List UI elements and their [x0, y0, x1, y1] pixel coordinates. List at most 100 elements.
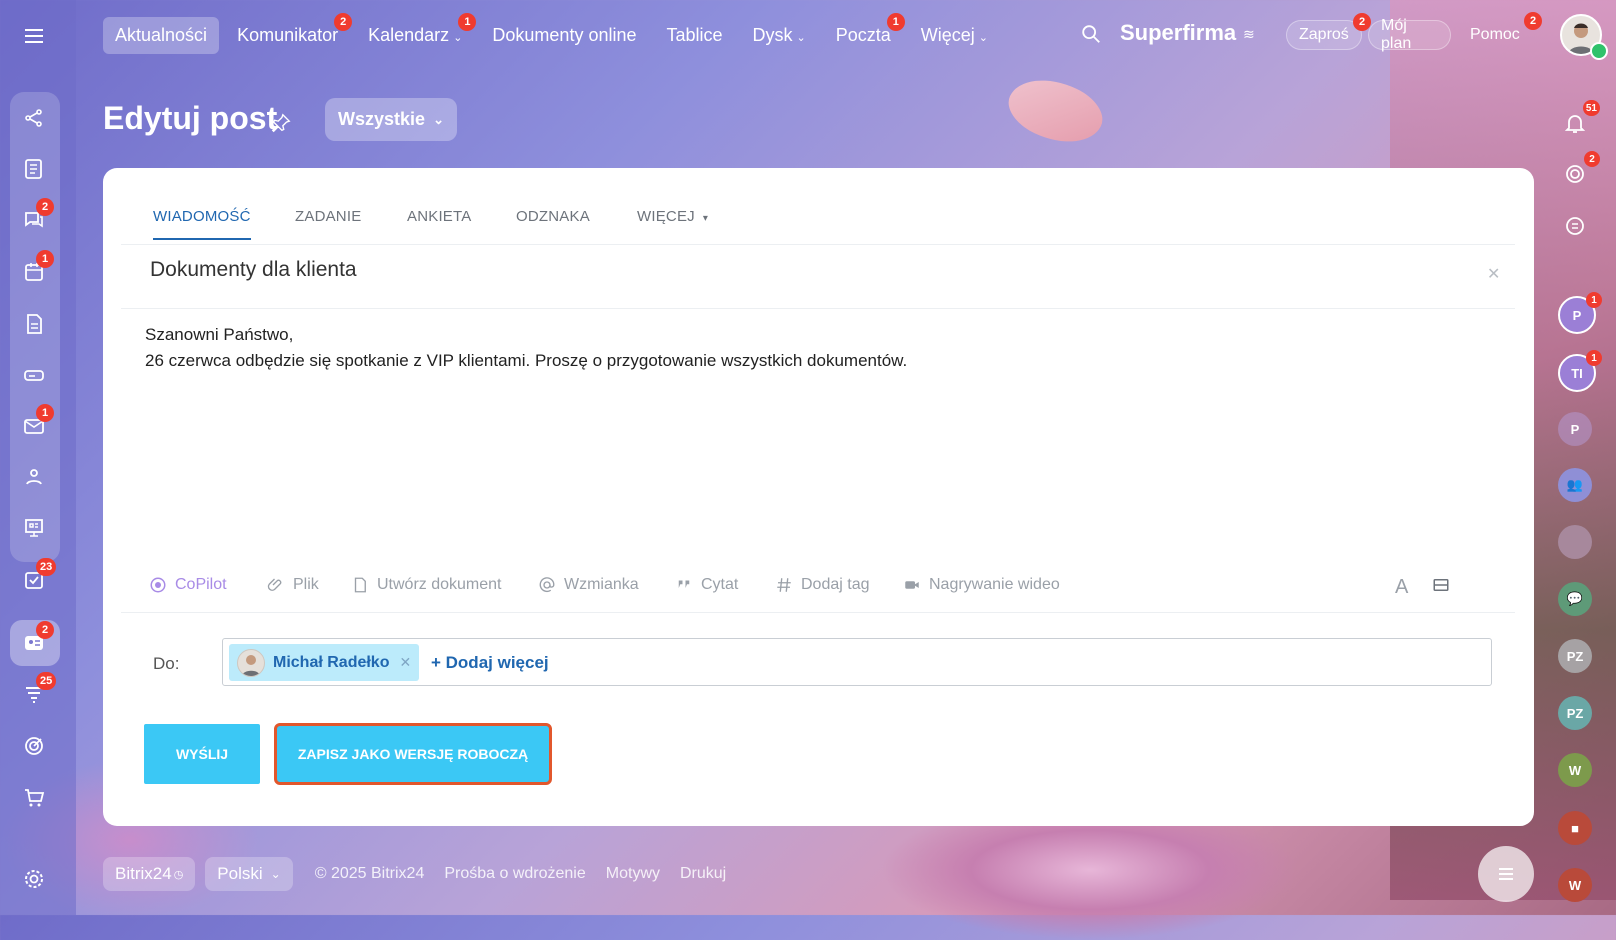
sidebar-item-tasks[interactable]: 23 [18, 558, 57, 596]
rail-user-1[interactable]: P1 [1558, 292, 1602, 334]
nav-news[interactable]: Aktualności [103, 16, 220, 54]
tab-task[interactable]: ZADANIE [295, 208, 361, 225]
video-record-button[interactable]: Nagrywanie wideo [903, 576, 1060, 594]
funnel-badge: 25 [36, 672, 57, 690]
recipients-field[interactable]: Michał Radełko ✕ + Dodaj więcej [222, 638, 1492, 686]
sidebar-item-drive[interactable] [18, 359, 50, 391]
nav-messenger[interactable]: Komunikator 2 [225, 12, 353, 54]
chats-badge: 2 [36, 198, 54, 216]
board-icon [25, 519, 43, 537]
network-icon [25, 109, 42, 127]
online-status-icon [1590, 42, 1608, 60]
sidebar-item-documents[interactable] [18, 308, 50, 340]
sync-button[interactable] [1558, 209, 1592, 243]
rail-group-chat[interactable]: 👥 [1558, 468, 1592, 502]
nav-drive[interactable]: Dysk ⌄ [741, 17, 818, 54]
save-draft-button[interactable]: ZAPISZ JAKO WERSJĘ ROBOCZĄ [274, 723, 552, 785]
my-plan-button[interactable]: Mój plan [1368, 17, 1451, 52]
sidebar-item-calendar[interactable]: 1 [18, 250, 54, 288]
copilot-icon [150, 577, 166, 593]
rail-user-7[interactable]: W [1558, 868, 1592, 902]
settings-sliders-icon[interactable]: ≋ [1243, 26, 1261, 42]
add-tag-button[interactable]: Dodaj tag [775, 576, 870, 594]
mail-badge: 1 [36, 404, 54, 422]
rail-user-6[interactable]: W [1558, 753, 1592, 787]
sidebar-item-goals[interactable] [18, 730, 50, 762]
chat-bubble-icon: 💬 [1566, 591, 1584, 606]
tab-poll[interactable]: ANKIETA [407, 208, 471, 225]
toggle-panel-button[interactable] [1432, 576, 1450, 594]
goals-button[interactable]: 2 [1558, 151, 1600, 191]
sidebar-item-employees[interactable] [18, 461, 50, 493]
quote-icon [678, 580, 690, 588]
calendar-badge: 1 [458, 12, 477, 31]
news-icon [25, 159, 42, 179]
copilot-button[interactable]: CoPilot [149, 576, 227, 594]
sidebar-item-messages[interactable]: 2 [18, 621, 54, 659]
add-more-recipients-link[interactable]: + Dodaj więcej [431, 653, 549, 673]
pin-icon[interactable] [270, 112, 292, 134]
remove-recipient-icon[interactable]: ✕ [399, 654, 411, 671]
nav-more[interactable]: Więcej ⌄ [909, 17, 1000, 54]
footer-link-implementation[interactable]: Prośba o wdrożenie [444, 865, 585, 883]
tab-message[interactable]: WIADOMOŚĆ [153, 208, 251, 240]
filter-dropdown[interactable]: Wszystkie ⌄ [325, 98, 457, 141]
post-body-editor[interactable]: Szanowni Państwo, 26 czerwca odbędzie si… [145, 322, 1445, 374]
quote-button[interactable]: Cytat [675, 576, 738, 594]
editor-tabs: WIADOMOŚĆ ZADANIE ANKIETA ODZNAKA WIĘCEJ… [121, 168, 1515, 245]
target-icon [25, 737, 43, 755]
tab-more[interactable]: WIĘCEJ ▾ [637, 208, 708, 225]
mention-button[interactable]: Wzmianka [538, 576, 639, 594]
help-button[interactable]: Pomoc 2 [1458, 12, 1542, 50]
rail-user-5[interactable]: PZ [1558, 696, 1592, 730]
nav-mail[interactable]: Poczta 1 [824, 12, 905, 54]
nav-online-docs[interactable]: Dokumenty online [480, 17, 648, 54]
sidebar-item-feed[interactable] [18, 153, 50, 185]
drive-icon [24, 370, 44, 381]
notifications-button[interactable]: 51 [1558, 100, 1600, 140]
tab-badge[interactable]: ODZNAKA [516, 208, 590, 225]
create-document-button[interactable]: Utwórz dokument [351, 576, 502, 594]
close-icon[interactable]: ✕ [1487, 264, 1500, 284]
post-title-input[interactable]: Dokumenty dla klienta [150, 258, 357, 282]
cart-icon [25, 789, 45, 807]
rail-video-call[interactable]: ■ [1558, 811, 1592, 845]
footer-link-print[interactable]: Drukuj [680, 865, 726, 883]
sidebar-item-presentation[interactable] [18, 512, 50, 544]
target-icon [1566, 165, 1584, 183]
left-sidebar: 2 1 1 23 2 25 [0, 0, 76, 915]
messenger-badge: 2 [334, 12, 353, 31]
caret-down-icon: ▾ [702, 213, 709, 224]
sidebar-item-ai[interactable] [18, 102, 50, 134]
nav-boards[interactable]: Tablice [655, 17, 735, 54]
search-icon[interactable] [1080, 23, 1102, 45]
sidebar-item-mail[interactable]: 1 [18, 404, 54, 442]
nav-calendar[interactable]: Kalendarz ⌄ 1 [356, 12, 477, 54]
sidebar-item-shop[interactable] [18, 782, 50, 814]
background-petal [1000, 64, 1111, 158]
invite-button[interactable]: Zaproś 2 [1286, 13, 1371, 50]
send-button[interactable]: WYŚLIJ [144, 724, 260, 784]
rail-chat-icon[interactable]: 💬 [1558, 582, 1592, 616]
menu-icon[interactable] [18, 20, 50, 52]
sidebar-item-crm[interactable]: 25 [18, 672, 57, 710]
footer-link-themes[interactable]: Motywy [606, 865, 660, 883]
goals-badge: 2 [1584, 151, 1600, 167]
attach-file-button[interactable]: Plik [267, 576, 319, 594]
language-selector[interactable]: Polski ⌄ [205, 857, 293, 891]
company-name[interactable]: Superfirma [1120, 20, 1236, 46]
at-icon [539, 577, 555, 593]
bitrix-brand-button[interactable]: Bitrix24 ◷ [103, 857, 196, 891]
post-editor-card: WIADOMOŚĆ ZADANIE ANKIETA ODZNAKA WIĘCEJ… [103, 168, 1534, 826]
footer: Bitrix24 ◷ Polski ⌄ © 2025 Bitrix24 Prośba… [103, 856, 726, 892]
text-format-button[interactable]: A [1395, 576, 1408, 599]
rail-user-2[interactable]: TI 1 [1558, 350, 1602, 392]
rail-user-3[interactable]: P [1558, 412, 1592, 446]
sidebar-item-chats[interactable]: 2 [18, 198, 54, 236]
chat-fab-button[interactable] [1478, 846, 1534, 902]
settings-icon[interactable] [18, 863, 50, 895]
rail-image-chat[interactable] [1558, 525, 1592, 559]
recipient-chip[interactable]: Michał Radełko ✕ [229, 644, 419, 681]
help-badge: 2 [1524, 12, 1542, 30]
rail-user-4[interactable]: PZ [1558, 639, 1592, 673]
